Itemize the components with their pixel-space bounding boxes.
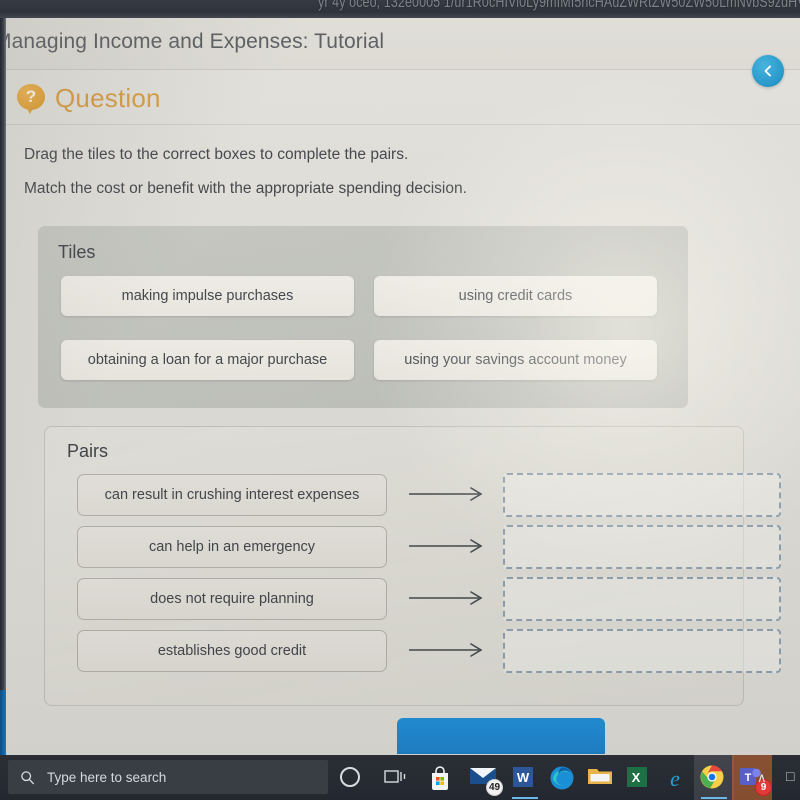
arrow-right-icon	[409, 539, 483, 553]
taskbar-running-indicator-chrome	[701, 797, 727, 799]
question-mark-bubble-icon: ?	[17, 83, 45, 114]
arrow-right-icon	[409, 591, 483, 605]
screen-photo: yr 4y oceo, 132e0005 1/ur1R0cHIVi0Ly9mIM…	[0, 0, 800, 800]
taskbar-app-chrome[interactable]	[694, 755, 734, 800]
search-input[interactable]: Type here to search	[8, 760, 328, 794]
taskbar-app-microsoft-store[interactable]	[426, 764, 456, 792]
arrow-right-icon	[409, 643, 483, 657]
tile-obtaining-a-loan[interactable]: obtaining a loan for a major purchase	[61, 340, 354, 380]
drop-zone-3[interactable]	[503, 577, 781, 621]
pair-row: can result in crushing interest expenses	[45, 473, 781, 517]
tiles-panel: Tiles making impulse purchases using cre…	[38, 226, 688, 408]
cortana-circle-icon[interactable]	[340, 767, 360, 787]
taskbar-app-internet-explorer[interactable]: e	[661, 764, 691, 792]
pair-row: does not require planning	[45, 577, 781, 621]
drop-zone-1[interactable]	[503, 473, 781, 517]
taskbar-app-excel[interactable]: X	[624, 764, 654, 792]
taskbar-app-word[interactable]: W	[510, 764, 540, 799]
back-button[interactable]	[752, 55, 784, 87]
browser-address-strip: yr 4y oceo, 132e0005 1/ur1R0cHIVi0Ly9mIM…	[0, 0, 800, 20]
taskbar-running-indicator-word	[512, 797, 538, 799]
chevron-up-icon[interactable]: ∧	[757, 770, 767, 786]
question-header: ? Question	[0, 73, 800, 125]
address-url-text: yr 4y oceo, 132e0005 1/ur1R0cHIVi0Ly9mIM…	[318, 0, 800, 11]
submit-button[interactable]	[397, 718, 605, 754]
windows-taskbar: Type here to search 49 W X e T 9 ∧ □	[0, 755, 800, 800]
tile-using-credit-cards[interactable]: using credit cards	[374, 276, 657, 316]
tutorial-page: Managing Income and Expenses: Tutorial ?…	[0, 18, 800, 755]
drop-zone-2[interactable]	[503, 525, 781, 569]
instruction-line-2: Match the cost or benefit with the appro…	[24, 180, 467, 197]
svg-text:W: W	[517, 770, 530, 785]
svg-text:e: e	[670, 766, 680, 791]
pair-label-no-planning: does not require planning	[77, 578, 387, 620]
svg-text:T: T	[745, 772, 752, 784]
screen-left-bezel	[0, 18, 6, 760]
search-placeholder: Type here to search	[47, 769, 167, 785]
tile-making-impulse-purchases[interactable]: making impulse purchases	[61, 276, 354, 316]
tray-edge-icon[interactable]: □	[786, 768, 794, 784]
task-view-icon[interactable]	[384, 768, 406, 786]
arrow-right-icon	[409, 487, 483, 501]
drop-zone-4[interactable]	[503, 629, 781, 673]
search-icon	[20, 770, 35, 785]
taskbar-app-mail[interactable]: 49	[468, 764, 503, 796]
pair-label-interest-expenses: can result in crushing interest expenses	[77, 474, 387, 516]
pair-label-emergency: can help in an emergency	[77, 526, 387, 568]
tile-using-savings-account-money[interactable]: using your savings account money	[374, 340, 657, 380]
taskbar-badge-mail: 49	[486, 779, 503, 796]
chevron-left-icon	[764, 65, 771, 77]
pair-label-good-credit: establishes good credit	[77, 630, 387, 672]
title-bar: Managing Income and Expenses: Tutorial	[0, 18, 800, 70]
pair-row: can help in an emergency	[45, 525, 781, 569]
screen-left-bezel-accent	[0, 690, 6, 760]
question-label: Question	[55, 83, 161, 113]
pairs-heading: Pairs	[67, 441, 109, 461]
pairs-panel: Pairs can result in crushing interest ex…	[44, 426, 781, 706]
tiles-heading: Tiles	[58, 242, 96, 262]
page-title: Managing Income and Expenses: Tutorial	[0, 30, 385, 53]
taskbar-app-edge[interactable]	[548, 764, 578, 792]
instruction-line-1: Drag the tiles to the correct boxes to c…	[24, 146, 409, 163]
taskbar-app-file-explorer[interactable]	[586, 764, 616, 792]
svg-text:X: X	[632, 770, 641, 785]
pair-row: establishes good credit	[45, 629, 781, 673]
